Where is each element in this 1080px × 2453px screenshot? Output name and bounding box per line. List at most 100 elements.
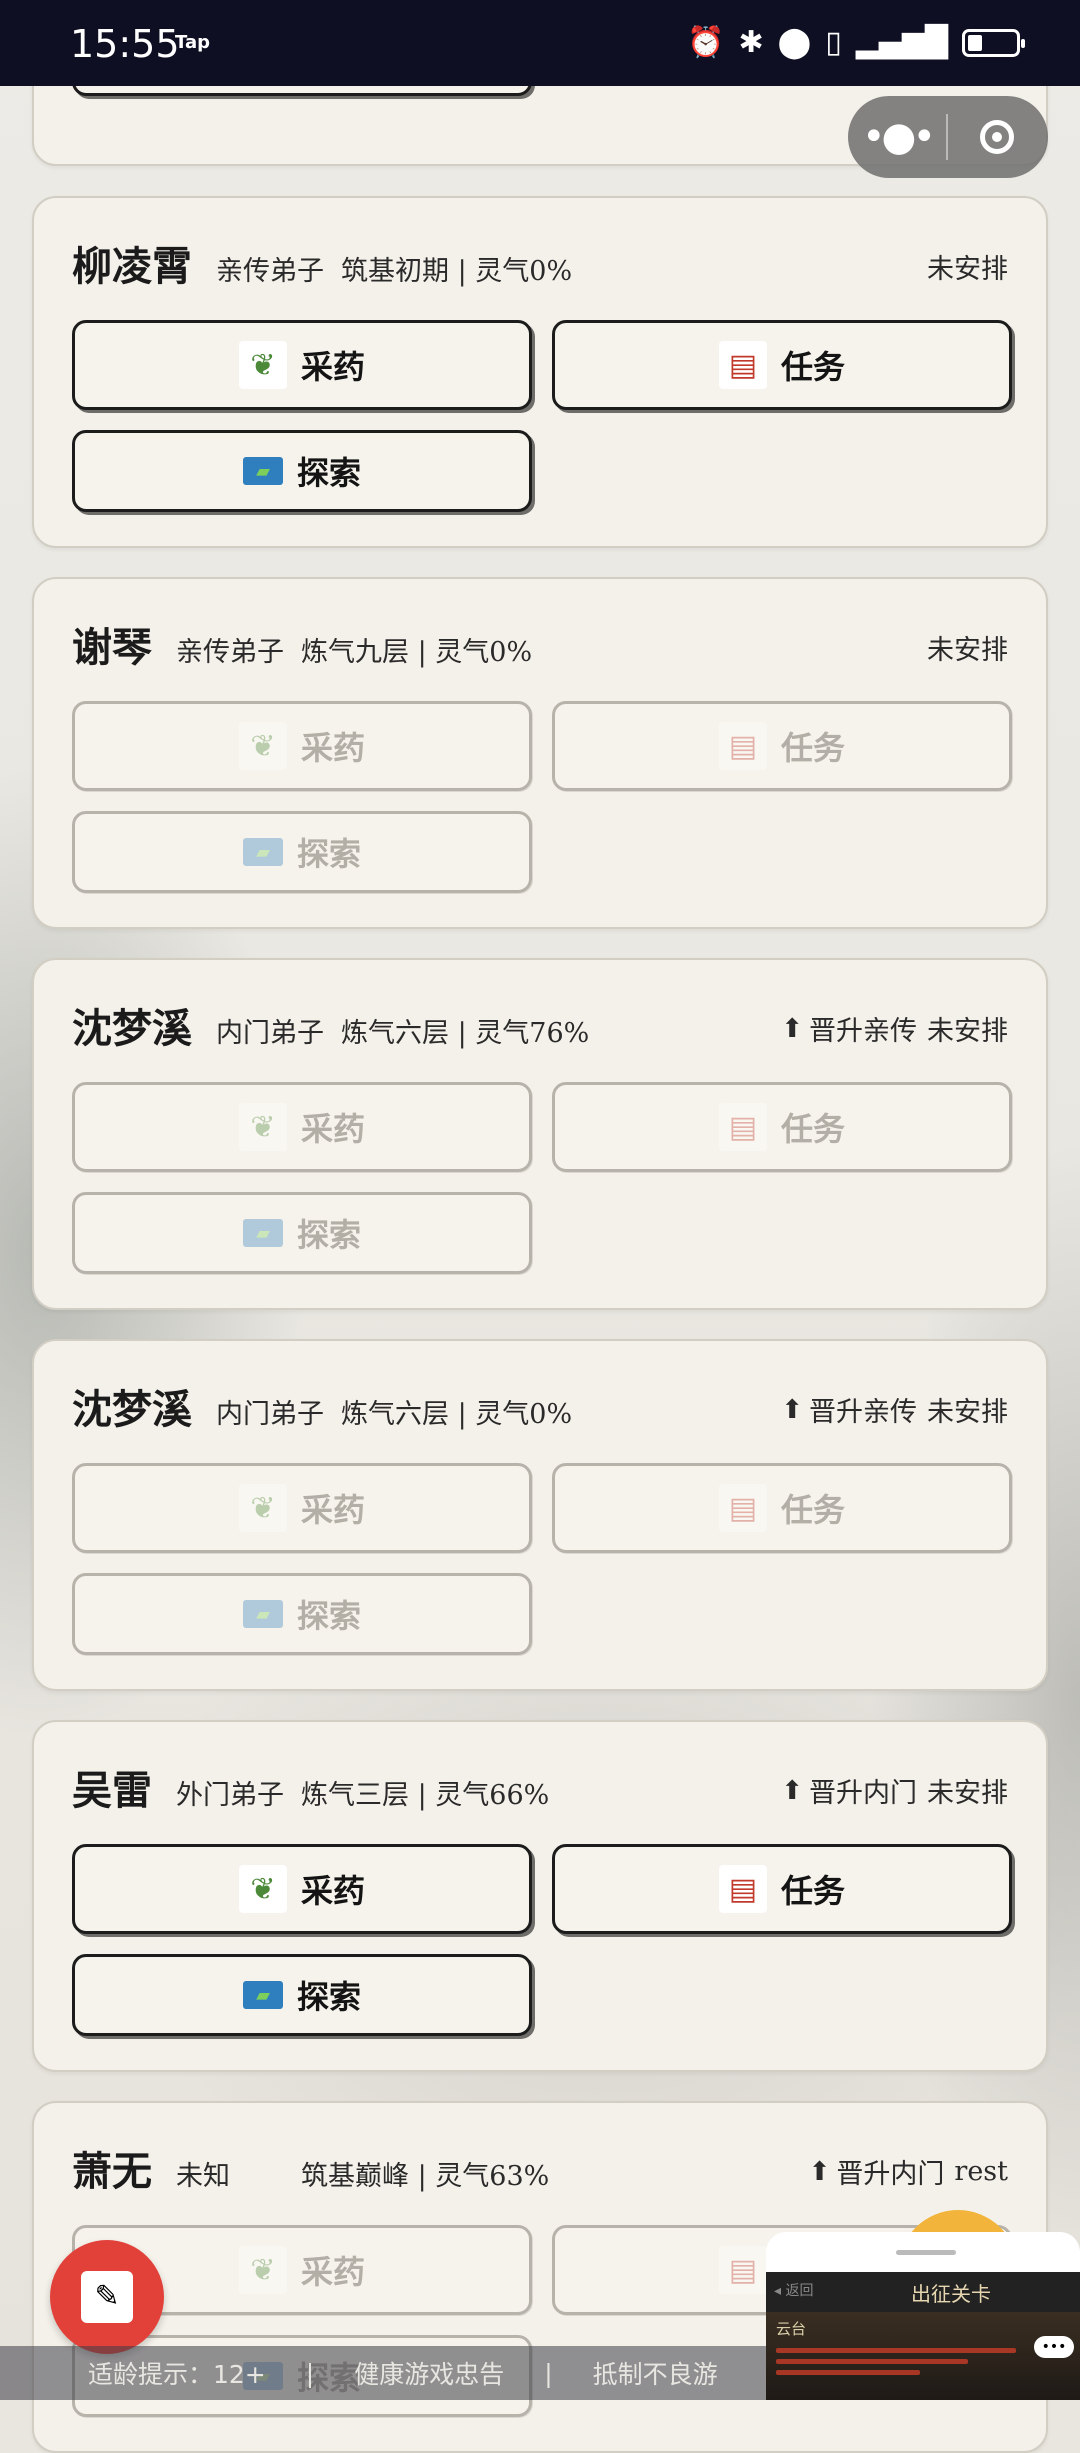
disciple-realm: 筑基初期 | 灵气0% (341, 256, 573, 287)
card-right-status: ⬆ 晋升亲传 未安排 (781, 1390, 1008, 1429)
gather-herbs-button[interactable]: ❦ 采药 (72, 320, 532, 410)
disciple-name: 吴雷 (72, 1767, 152, 1814)
status-bar: 15:55 Tap ⏰ ✱ ⬤ ▯ ▂▄▆█ (0, 0, 1080, 86)
herb-icon: ❦ (238, 722, 287, 770)
assignment-status: 未安排 (927, 1397, 1008, 1428)
status-time: 15:55 (70, 22, 180, 66)
disciple-rank: 亲传弟子 (176, 637, 284, 668)
disciple-realm: 炼气六层 | 灵气0% (341, 1399, 573, 1430)
gather-herbs-button[interactable]: ❦ 采药 (72, 1844, 532, 1934)
disciple-card: 沈梦溪 内门弟子 炼气六层 | 灵气76% ⬆ 晋升亲传 未安排 ❦ 采药 ▤ 任… (32, 958, 1048, 1310)
assignment-status: 未安排 (927, 635, 1008, 666)
herb-icon: ❦ (238, 1865, 287, 1913)
promote-button[interactable]: ⬆ 晋升内门 (781, 1771, 917, 1810)
map-icon: ▰ (242, 1600, 283, 1628)
card-right-status: 未安排 (927, 247, 1008, 286)
scroll-icon: ▤ (718, 2246, 767, 2294)
disciple-rank: 内门弟子 (216, 1399, 324, 1430)
gather-herbs-button[interactable]: ❦ 采药 (72, 701, 532, 791)
disciple-realm: 炼气三层 | 灵气66% (301, 1780, 550, 1811)
scroll-icon: ▤ (718, 341, 767, 389)
promote-button[interactable]: ⬆ 晋升亲传 (781, 1009, 917, 1048)
scroll-icon: ▤ (718, 1484, 767, 1532)
promote-label: 晋升内门 (809, 1778, 917, 1809)
map-icon: ▰ (242, 838, 283, 866)
close-miniprogram-icon[interactable] (948, 120, 1046, 154)
health-notice: 健康游戏忠告 (354, 2360, 505, 2389)
arrow-up-icon: ⬆ (781, 1775, 803, 1806)
promote-button[interactable]: ⬆ 晋升内门 (809, 2152, 945, 2191)
notice-divider: | (544, 2358, 553, 2388)
card-header: 沈梦溪 内门弟子 炼气六层 | 灵气0% ⬆ 晋升亲传 未安排 (72, 1385, 1008, 1435)
location-icon: ⬤ (777, 25, 812, 60)
arrow-up-icon: ⬆ (781, 1013, 803, 1044)
arrow-up-icon: ⬆ (781, 1394, 803, 1425)
disciple-name: 沈梦溪 (72, 1386, 192, 1433)
notice-divider: | (305, 2358, 315, 2388)
task-button[interactable]: ▤ 任务 (552, 1844, 1012, 1934)
card-header: 柳凌霄 亲传弟子 筑基初期 | 灵气0% 未安排 (72, 242, 1008, 292)
card-right-status: ⬆ 晋升内门 rest (809, 2152, 1008, 2191)
explore-button[interactable]: ▰ 探索 (72, 430, 532, 512)
herb-icon: ❦ (238, 1103, 287, 1151)
assignment-status: 未安排 (927, 254, 1008, 285)
battery-icon (962, 29, 1025, 57)
task-button[interactable]: ▤ 任务 (552, 1463, 1012, 1553)
mini-location: 云台 (776, 2320, 807, 2338)
task-button[interactable]: ▤ 任务 (552, 1082, 1012, 1172)
explore-button[interactable]: ▰ 探索 (72, 1192, 532, 1274)
disciple-realm: 炼气六层 | 灵气76% (341, 1018, 590, 1049)
gather-herbs-button[interactable]: ❦ 采药 (72, 1463, 532, 1553)
herb-icon: ❦ (238, 2246, 287, 2294)
card-header: 沈梦溪 内门弟子 炼气六层 | 灵气76% ⬆ 晋升亲传 未安排 (72, 1004, 1008, 1054)
disciple-name: 萧无 (72, 2148, 152, 2195)
promote-label: 晋升内门 (836, 2159, 945, 2190)
card-right-status: ⬆ 晋升内门 未安排 (781, 1771, 1008, 1810)
scroll-icon: ▤ (718, 722, 767, 770)
disciple-name: 柳凌霄 (72, 243, 192, 290)
arrow-up-icon: ⬆ (808, 2156, 831, 2187)
more-menu-icon[interactable]: •●• (848, 114, 946, 160)
resist-notice: 抵制不良游 (592, 2360, 718, 2389)
card-right-status: 未安排 (927, 628, 1008, 667)
map-icon: ▰ (242, 457, 283, 485)
status-icons: ⏰ ✱ ⬤ ▯ ▂▄▆█ (687, 24, 1025, 62)
card-right-status: ⬆ 晋升亲传 未安排 (781, 1009, 1008, 1048)
vibrate-icon: ▯ (825, 25, 842, 60)
mini-more-icon[interactable]: ••• (1034, 2336, 1074, 2358)
mini-window-title: 出征关卡 (911, 2282, 991, 2306)
promote-button[interactable]: ⬆ 晋升亲传 (781, 1390, 917, 1429)
promote-label: 晋升亲传 (809, 1397, 917, 1428)
disciple-rank: 外门弟子 (176, 1780, 284, 1811)
herb-icon: ❦ (238, 1484, 287, 1532)
floating-action-button[interactable]: ✎ (50, 2240, 164, 2354)
explore-button[interactable]: ▰ 探索 (72, 811, 532, 893)
disciple-realm: 筑基巅峰 | 灵气63% (301, 2161, 550, 2192)
explore-button[interactable]: ▰ 探索 (72, 1573, 532, 1655)
age-notice: 适龄提示：12+ (88, 2360, 266, 2389)
task-button[interactable]: ▤ 任务 (552, 320, 1012, 410)
disciple-card: 沈梦溪 内门弟子 炼气六层 | 灵气0% ⬆ 晋升亲传 未安排 ❦ 采药 ▤ 任务… (32, 1339, 1048, 1691)
map-icon: ▰ (242, 1981, 283, 2009)
explore-button[interactable]: ▰ 探索 (72, 1954, 532, 2036)
disciple-name: 谢琴 (72, 624, 152, 671)
drag-handle[interactable] (896, 2250, 956, 2255)
card-header: 吴雷 外门弟子 炼气三层 | 灵气66% ⬆ 晋升内门 未安排 (72, 1766, 1008, 1816)
scroll-icon: ▤ (718, 1103, 767, 1151)
miniprogram-capsule: •●• (848, 96, 1048, 178)
disciple-rank: 亲传弟子 (216, 256, 324, 287)
mini-text-lines (776, 2342, 1016, 2381)
task-button[interactable]: ▤ 任务 (552, 701, 1012, 791)
disciple-card: 吴雷 外门弟子 炼气三层 | 灵气66% ⬆ 晋升内门 未安排 ❦ 采药 ▤ 任务… (32, 1720, 1048, 2072)
bluetooth-icon: ✱ (738, 25, 764, 60)
disciple-rank: 内门弟子 (216, 1018, 324, 1049)
mini-window[interactable]: ◂ 返回 出征关卡 云台 ••• (766, 2232, 1080, 2400)
disciple-card: 柳凌霄 亲传弟子 筑基初期 | 灵气0% 未安排 ❦ 采药 ▤ 任务 ▰ 探索 (32, 196, 1048, 548)
map-icon: ▰ (242, 1219, 283, 1247)
scroll-icon: ▤ (718, 1865, 767, 1913)
mini-back-button[interactable]: ◂ 返回 (774, 2280, 813, 2300)
card-header: 萧无 未知 筑基巅峰 | 灵气63% ⬆ 晋升内门 rest (72, 2147, 1008, 2197)
disciple-realm: 炼气九层 | 灵气0% (301, 637, 533, 668)
gather-herbs-button[interactable]: ❦ 采药 (72, 1082, 532, 1172)
herb-icon: ❦ (238, 341, 287, 389)
